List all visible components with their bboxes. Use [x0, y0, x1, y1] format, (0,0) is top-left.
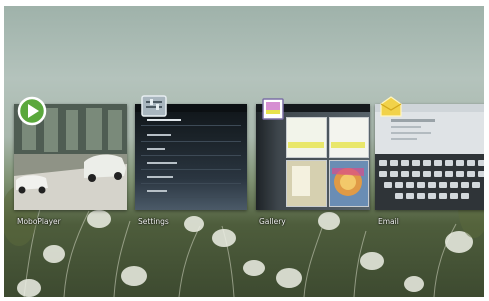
- keyboard-key: [423, 171, 431, 177]
- recent-apps-screen: MoboPlayer Settings Gallery Email: [4, 6, 484, 297]
- keyboard-key: [406, 193, 414, 199]
- keyboard-key: [428, 193, 436, 199]
- settings-thumbnail: [135, 104, 247, 210]
- keyboard-key: [401, 171, 409, 177]
- keyboard-key: [450, 193, 458, 199]
- keyboard-key: [412, 171, 420, 177]
- recent-app-card-gallery[interactable]: Gallery: [256, 98, 370, 226]
- recent-app-card-moboplayer[interactable]: MoboPlayer: [14, 96, 127, 226]
- keyboard-key: [439, 193, 447, 199]
- keyboard-key: [379, 171, 387, 177]
- keyboard-key: [445, 171, 453, 177]
- keyboard-key: [439, 182, 447, 188]
- keyboard-key: [401, 160, 409, 166]
- keyboard-key: [472, 182, 480, 188]
- keyboard-key: [406, 182, 414, 188]
- keyboard-key: [478, 171, 484, 177]
- keyboard-key: [467, 160, 475, 166]
- keyboard-key: [390, 160, 398, 166]
- email-app-icon: [380, 96, 402, 117]
- keyboard-key: [434, 160, 442, 166]
- keyboard-key: [428, 182, 436, 188]
- keyboard-key: [412, 160, 420, 166]
- keyboard-key: [456, 160, 464, 166]
- keyboard-key: [450, 182, 458, 188]
- recent-app-label-gallery: Gallery: [259, 217, 286, 226]
- keyboard-key: [379, 160, 387, 166]
- keyboard-key: [456, 171, 464, 177]
- keyboard-key: [384, 182, 392, 188]
- recent-app-card-email[interactable]: Email: [375, 96, 484, 226]
- keyboard-key: [423, 160, 431, 166]
- keyboard-key: [395, 193, 403, 199]
- keyboard-key: [445, 160, 453, 166]
- recent-app-card-settings[interactable]: Settings: [135, 95, 247, 226]
- keyboard-key: [461, 182, 469, 188]
- keyboard-key: [434, 171, 442, 177]
- settings-app-icon: [141, 95, 167, 117]
- keyboard-key: [478, 160, 484, 166]
- recent-app-label-settings: Settings: [138, 217, 169, 226]
- keyboard-key: [417, 193, 425, 199]
- keyboard-key: [467, 171, 475, 177]
- keyboard-key: [395, 182, 403, 188]
- recent-app-label-moboplayer: MoboPlayer: [17, 217, 61, 226]
- gallery-app-icon: [262, 98, 284, 120]
- keyboard-key: [390, 171, 398, 177]
- email-thumbnail: [375, 104, 484, 210]
- keyboard-key: [461, 193, 469, 199]
- moboplayer-play-icon: [17, 96, 47, 126]
- recent-app-label-email: Email: [378, 217, 399, 226]
- keyboard-key: [417, 182, 425, 188]
